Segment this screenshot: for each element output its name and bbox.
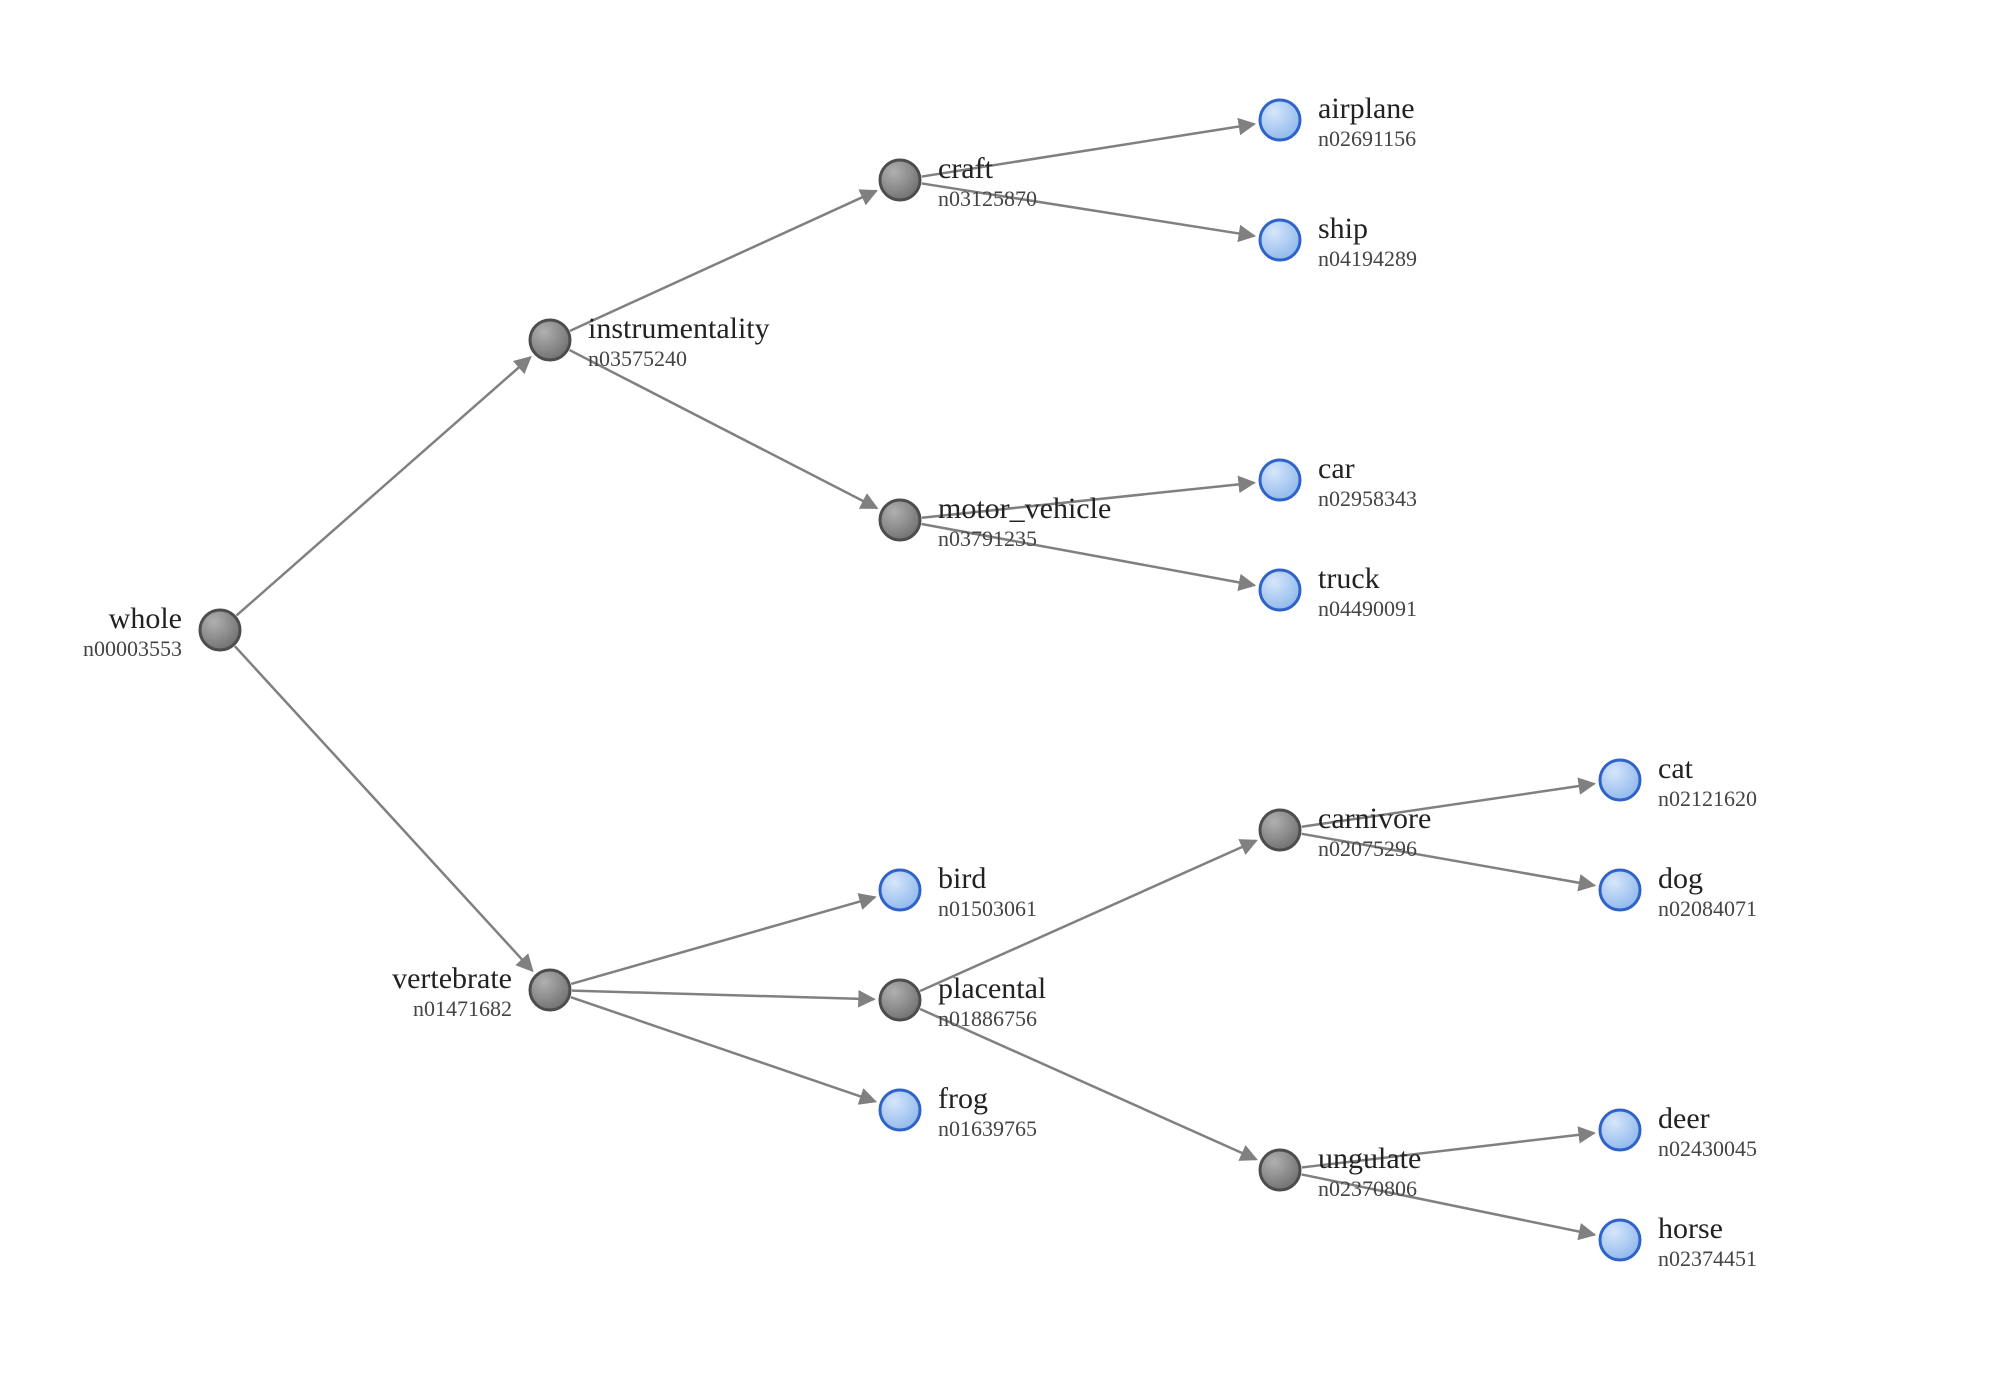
label-id-cat: n02121620 (1658, 786, 1757, 811)
label-id-vertebrate: n01471682 (413, 996, 512, 1021)
label-name-carnivore: carnivore (1318, 802, 1431, 835)
label-name-horse: horse (1658, 1212, 1723, 1245)
label-name-vertebrate: vertebrate (392, 962, 512, 995)
edge-instrumentality-motor_vehicle (570, 350, 877, 508)
label-id-carnivore: n02075296 (1318, 836, 1417, 861)
label-id-deer: n02430045 (1658, 1136, 1757, 1161)
label-id-car: n02958343 (1318, 486, 1417, 511)
label-name-bird: bird (938, 862, 986, 895)
label-name-deer: deer (1658, 1102, 1710, 1135)
label-name-airplane: airplane (1318, 92, 1415, 125)
label-id-truck: n04490091 (1318, 596, 1417, 621)
label-id-dog: n02084071 (1658, 896, 1757, 921)
edge-whole-vertebrate (235, 646, 533, 971)
label-name-cat: cat (1658, 752, 1694, 785)
node-vertebrate (530, 970, 570, 1010)
label-id-bird: n01503061 (938, 896, 1037, 921)
label-id-craft: n03125870 (938, 186, 1037, 211)
label-name-ship: ship (1318, 212, 1368, 245)
node-airplane (1260, 100, 1300, 140)
node-horse (1600, 1220, 1640, 1260)
label-name-frog: frog (938, 1082, 988, 1115)
label-id-whole: n00003553 (83, 636, 182, 661)
edge-whole-instrumentality (237, 357, 531, 615)
label-name-car: car (1318, 452, 1355, 485)
node-motor_vehicle (880, 500, 920, 540)
edge-vertebrate-frog (571, 997, 876, 1101)
node-craft (880, 160, 920, 200)
label-id-airplane: n02691156 (1318, 126, 1416, 151)
label-id-motor_vehicle: n03791235 (938, 526, 1037, 551)
node-whole (200, 610, 240, 650)
label-name-motor_vehicle: motor_vehicle (938, 492, 1111, 525)
node-ungulate (1260, 1150, 1300, 1190)
node-deer (1600, 1110, 1640, 1150)
label-id-instrumentality: n03575240 (588, 346, 687, 371)
label-id-placental: n01886756 (938, 1006, 1037, 1031)
label-id-frog: n01639765 (938, 1116, 1037, 1141)
node-placental (880, 980, 920, 1020)
label-id-horse: n02374451 (1658, 1246, 1757, 1271)
node-car (1260, 460, 1300, 500)
edge-vertebrate-placental (572, 991, 874, 1000)
label-id-ungulate: n02370806 (1318, 1176, 1417, 1201)
edge-instrumentality-craft (570, 191, 876, 331)
label-name-instrumentality: instrumentality (588, 312, 770, 345)
edge-vertebrate-bird (571, 897, 875, 984)
node-cat (1600, 760, 1640, 800)
label-name-whole: whole (109, 602, 182, 635)
node-ship (1260, 220, 1300, 260)
node-bird (880, 870, 920, 910)
label-name-dog: dog (1658, 862, 1703, 895)
node-frog (880, 1090, 920, 1130)
node-carnivore (1260, 810, 1300, 850)
label-name-craft: craft (938, 152, 994, 185)
label-name-placental: placental (938, 972, 1046, 1005)
label-id-ship: n04194289 (1318, 246, 1417, 271)
node-truck (1260, 570, 1300, 610)
hierarchy-diagram: wholen00003553 instrumentalityn03575240 ve… (0, 0, 2004, 1386)
node-dog (1600, 870, 1640, 910)
label-name-truck: truck (1318, 562, 1380, 595)
label-name-ungulate: ungulate (1318, 1142, 1421, 1175)
node-instrumentality (530, 320, 570, 360)
